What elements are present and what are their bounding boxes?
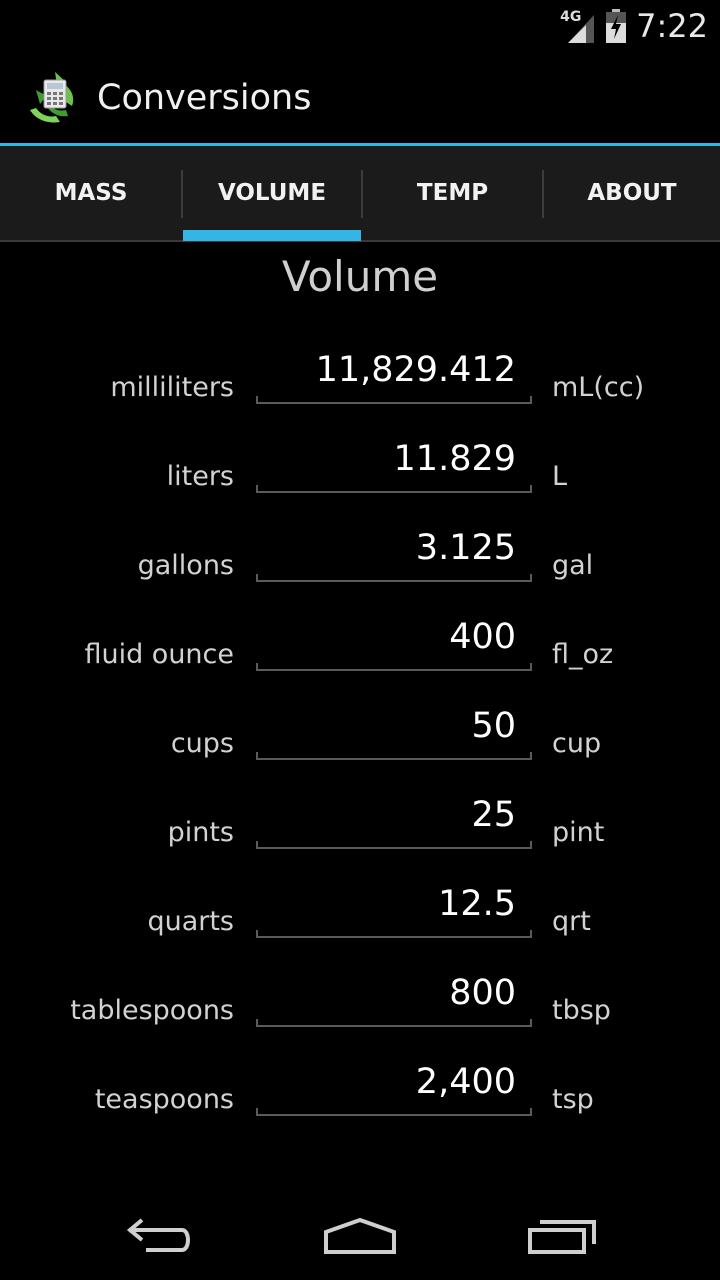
cups-input[interactable]: 50 — [256, 698, 532, 760]
unit-abbreviation: fl_oz — [552, 639, 614, 670]
unit-name-label: tablespoons — [70, 995, 234, 1026]
status-bar: 4G 7:22 — [0, 0, 720, 50]
page-title: Volume — [281, 252, 439, 301]
unit-abbreviation: qrt — [552, 906, 591, 937]
unit-abbreviation: L — [552, 461, 568, 492]
input-value: 11,829.412 — [315, 350, 516, 390]
pints-input[interactable]: 25 — [256, 787, 532, 849]
home-icon — [324, 1217, 396, 1254]
input-value: 3.125 — [415, 528, 516, 568]
input-value: 25 — [471, 795, 516, 835]
unit-abbreviation: pint — [552, 817, 605, 848]
tab-about[interactable]: ABOUT — [544, 146, 720, 240]
unit-name-label: quarts — [147, 906, 234, 937]
recent-apps-icon — [528, 1220, 596, 1254]
unit-abbreviation: tbsp — [552, 995, 611, 1026]
navigation-bar — [0, 1190, 720, 1280]
liters-input[interactable]: 11.829 — [256, 431, 532, 493]
app-logo-icon[interactable] — [26, 68, 84, 126]
input-underline — [256, 574, 532, 582]
input-underline — [256, 752, 532, 760]
conversion-row-liters: liters 11.829 L — [0, 431, 720, 520]
input-value: 400 — [449, 617, 516, 657]
signal-icon: 4G — [560, 9, 596, 43]
input-underline — [256, 841, 532, 849]
back-button[interactable] — [110, 1204, 210, 1268]
tab-bar: MASS VOLUME TEMP ABOUT — [0, 146, 720, 242]
conversion-row-pints: pints 25 pint — [0, 787, 720, 876]
action-bar: Conversions — [0, 50, 720, 144]
input-underline — [256, 1108, 532, 1116]
input-value: 12.5 — [438, 884, 516, 924]
conversion-row-quarts: quarts 12.5 qrt — [0, 876, 720, 965]
selected-tab-indicator — [183, 230, 361, 241]
unit-name-label: liters — [166, 461, 234, 492]
input-value: 800 — [449, 973, 516, 1013]
tab-volume[interactable]: VOLUME — [183, 146, 361, 240]
quarts-input[interactable]: 12.5 — [256, 876, 532, 938]
input-value: 50 — [471, 706, 516, 746]
tablespoons-input[interactable]: 800 — [256, 965, 532, 1027]
back-icon — [126, 1218, 190, 1252]
fluid-ounce-input[interactable]: 400 — [256, 609, 532, 671]
input-underline — [256, 930, 532, 938]
conversion-row-milliliters: milliliters 11,829.412 mL(cc) — [0, 342, 720, 431]
input-underline — [256, 396, 532, 404]
unit-abbreviation: gal — [552, 550, 594, 581]
input-value: 2,400 — [415, 1062, 516, 1102]
unit-name-label: fluid ounce — [84, 639, 234, 670]
gallons-input[interactable]: 3.125 — [256, 520, 532, 582]
app-title: Conversions — [97, 78, 312, 118]
recent-apps-button[interactable] — [512, 1204, 612, 1268]
battery-icon — [606, 9, 627, 43]
unit-name-label: cups — [170, 728, 234, 759]
teaspoons-input[interactable]: 2,400 — [256, 1054, 532, 1116]
tab-mass[interactable]: MASS — [0, 146, 182, 240]
milliliters-input[interactable]: 11,829.412 — [256, 342, 532, 404]
unit-name-label: teaspoons — [94, 1084, 234, 1115]
input-value: 11.829 — [393, 439, 516, 479]
unit-abbreviation: cup — [552, 728, 602, 759]
input-underline — [256, 485, 532, 493]
conversion-row-tablespoons: tablespoons 800 tbsp — [0, 965, 720, 1054]
unit-name-label: gallons — [137, 550, 234, 581]
conversion-row-teaspoons: teaspoons 2,400 tsp — [0, 1054, 720, 1143]
unit-name-label: milliliters — [110, 372, 234, 403]
clock: 7:22 — [636, 7, 708, 45]
unit-name-label: pints — [167, 817, 234, 848]
unit-abbreviation: tsp — [552, 1084, 594, 1115]
unit-abbreviation: mL(cc) — [552, 372, 645, 403]
conversion-row-gallons: gallons 3.125 gal — [0, 520, 720, 609]
input-underline — [256, 1019, 532, 1027]
conversion-row-cups: cups 50 cup — [0, 698, 720, 787]
input-underline — [256, 663, 532, 671]
home-button[interactable] — [310, 1204, 410, 1268]
conversion-row-fluid-ounce: fluid ounce 400 fl_oz — [0, 609, 720, 698]
tab-temp[interactable]: TEMP — [363, 146, 542, 240]
